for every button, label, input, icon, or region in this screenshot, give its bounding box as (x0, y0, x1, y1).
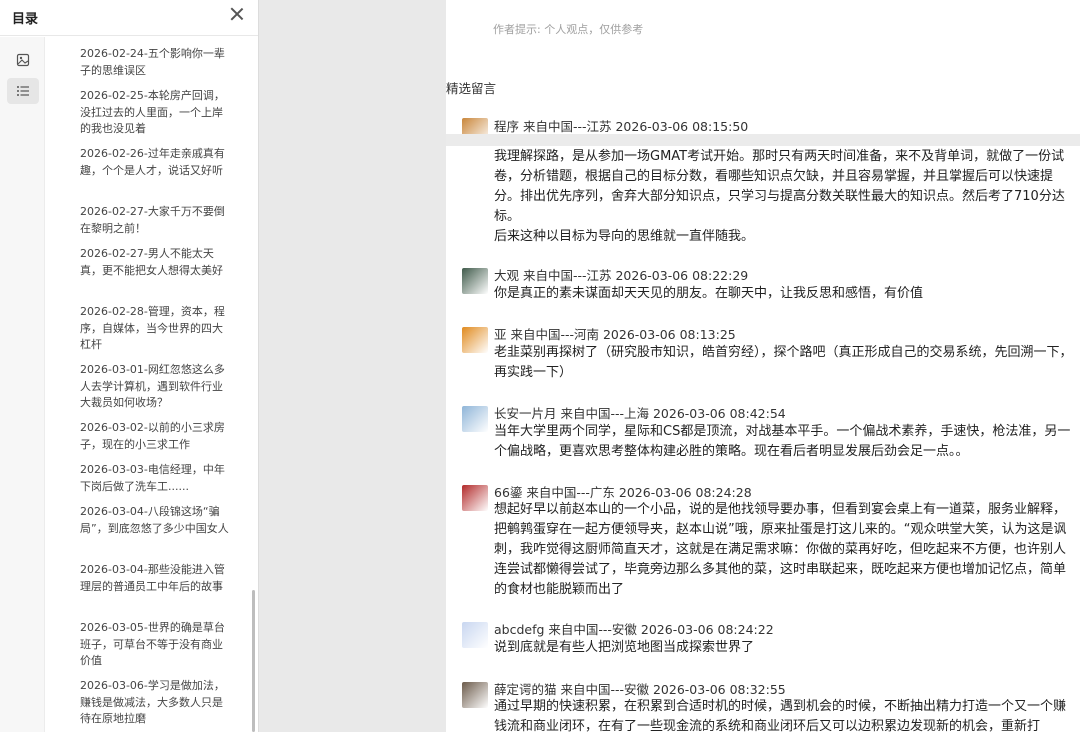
author-hint: 作者提示: 个人观点，仅供参考 (493, 23, 644, 36)
comment-body: 当年大学里两个同学，星际和CS都是顶流，对战基本平手。一个偏战术素养，手速快，枪… (494, 422, 1074, 462)
thumbnail-view-button[interactable] (7, 47, 39, 73)
page-gap (446, 134, 1080, 146)
comment-header: 长安一片月 来自中国---上海 2026-03-06 08:42:54 (494, 406, 786, 421)
comment-body: 说到底就是有些人把浏览地图当成探索世界了 (494, 638, 1074, 658)
comment-header: 薛定谔的猫 来自中国---安徽 2026-03-06 08:32:55 (494, 682, 786, 697)
toc-rail (0, 37, 45, 732)
comment-header: 大观 来自中国---江苏 2026-03-06 08:22:29 (494, 268, 749, 283)
toc-item[interactable]: 2026-02-27-大家千万不要倒在黎明之前！ (80, 204, 230, 237)
comment-paragraph: 后来这种以目标为导向的思维就一直伴随我。 (494, 229, 755, 244)
comment-paragraph: 老韭菜别再探树了（研究股市知识，皓首穷经），探个路吧（真正形成自己的交易系统，先… (494, 345, 1073, 380)
avatar (462, 406, 488, 432)
toc-header: 目录 (0, 0, 258, 36)
toc-item[interactable]: 2026-02-26-过年走亲戚真有趣，个个是人才，说话又好听 (80, 146, 230, 179)
avatar (462, 327, 488, 353)
image-icon (16, 53, 30, 67)
comment-paragraph: 想起好早以前赵本山的一个小品，说的是他找领导要办事，但看到宴会桌上有一道菜，服务… (494, 502, 1067, 597)
comment-paragraph: 说到底就是有些人把浏览地图当成探索世界了 (494, 640, 755, 655)
list-icon (17, 86, 29, 96)
close-icon[interactable] (229, 6, 245, 22)
toc-item[interactable]: 2026-03-02-以前的小三求房子，现在的小三求工作 (80, 420, 230, 453)
comment-header: abcdefg 来自中国---安徽 2026-03-06 08:24:22 (494, 622, 774, 637)
toc-item[interactable]: 2026-03-05-世界的确是草台班子，可草台不等于没有商业价值 (80, 620, 230, 670)
comment-body: 老韭菜别再探树了（研究股市知识，皓首穷经），探个路吧（真正形成自己的交易系统，先… (494, 343, 1074, 383)
comment-header: 66鎏 来自中国---广东 2026-03-06 08:24:28 (494, 485, 752, 500)
comment-header: 亚 来自中国---河南 2026-03-06 08:13:25 (494, 327, 736, 342)
toc-scrollbar[interactable] (252, 590, 255, 732)
avatar (462, 682, 488, 708)
toc-item[interactable]: 2026-03-01-网红忽悠这么多人去学计算机，遇到软件行业大裁员如何收场？ (80, 362, 230, 412)
comment-paragraph: 你是真正的素未谋面却天天见的朋友。在聊天中，让我反思和感悟，有价值 (494, 286, 924, 301)
toc-item[interactable]: 2026-02-24-五个影响你一辈子的思维误区 (80, 46, 230, 79)
toc-title: 目录 (12, 12, 39, 27)
toc-item[interactable]: 2026-03-03-电信经理，中年下岗后做了洗车工...... (80, 462, 230, 495)
avatar (462, 622, 488, 648)
toc-item[interactable]: 2026-02-28-管理，资本，程序，自媒体，当今世界的四大杠杆 (80, 304, 230, 354)
comment-paragraph: 通过早期的快速积累，在积累到合适时机的时候，遇到机会的时候，不断抽出精力打造一个… (494, 699, 1067, 732)
toc-item[interactable]: 2026-03-04-八段锦这场“骗局”，到底忽悠了多少中国女人 (80, 504, 230, 537)
toc-item[interactable]: 2026-02-27-男人不能太天真，更不能把女人想得太美好 (80, 246, 230, 279)
comment-body: 想起好早以前赵本山的一个小品，说的是他找领导要办事，但看到宴会桌上有一道菜，服务… (494, 500, 1074, 600)
comment-body: 通过早期的快速积累，在积累到合适时机的时候，遇到机会的时候，不断抽出精力打造一个… (494, 697, 1074, 732)
outline-view-button[interactable] (7, 78, 39, 104)
toc-panel: 目录 2026-02-24-五个影响你一辈子的思维误区 2026-02-25-本… (0, 0, 259, 732)
toc-item[interactable]: 2026-03-06-学习是做加法，赚钱是做减法，大多数人只是待在原地拉磨 (80, 678, 230, 728)
comment-header: 程序 来自中国---江苏 2026-03-06 08:15:50 (494, 119, 749, 134)
comment-paragraph: 我理解探路，是从参加一场GMAT考试开始。那时只有两天时间准备，来不及背单词，就… (494, 149, 1065, 224)
main-content: 作者提示: 个人观点，仅供参考 精选留言 程序 来自中国---江苏 2026-0… (446, 0, 1080, 732)
toc-list: 2026-02-24-五个影响你一辈子的思维误区 2026-02-25-本轮房产… (46, 37, 253, 732)
avatar (462, 268, 488, 294)
comment-paragraph: 当年大学里两个同学，星际和CS都是顶流，对战基本平手。一个偏战术素养，手速快，枪… (494, 424, 1071, 459)
avatar (462, 485, 488, 511)
toc-item[interactable]: 2026-02-25-本轮房产回调，没扛过去的人里面，一个上岸的我也没见着 (80, 88, 230, 138)
comment-body: 你是真正的素未谋面却天天见的朋友。在聊天中，让我反思和感悟，有价值 (494, 284, 1074, 304)
comment-body: 我理解探路，是从参加一场GMAT考试开始。那时只有两天时间准备，来不及背单词，就… (494, 147, 1074, 247)
toc-item[interactable]: 2026-03-04-那些没能进入管理层的普通员工中年后的故事 (80, 562, 230, 595)
section-title: 精选留言 (446, 81, 497, 96)
